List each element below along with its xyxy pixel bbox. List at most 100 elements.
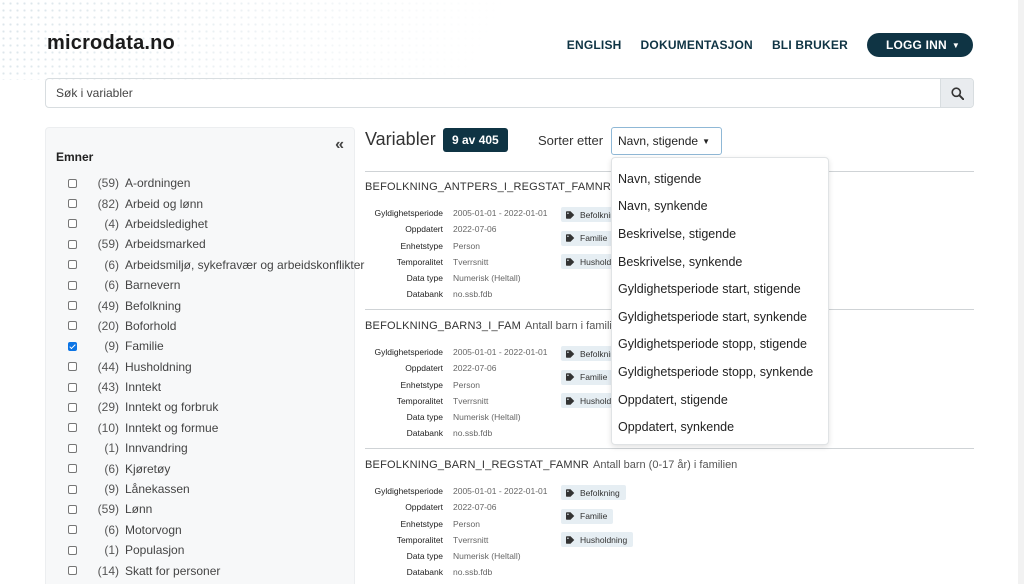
sort-option[interactable]: Beskrivelse, stigende [612, 220, 828, 248]
topic-label: Kjøretøy [125, 461, 171, 476]
topic-checkbox[interactable] [68, 280, 77, 290]
topic-checkbox[interactable] [68, 545, 77, 555]
topic-item[interactable]: (14) Skatt for personer [68, 560, 364, 580]
metadata-row: Temporalitet Tverrsnitt [365, 257, 548, 273]
metadata-key: Gyldighetsperiode [374, 486, 443, 496]
topic-checkbox[interactable] [68, 525, 77, 535]
sort-select-value: Navn, stigende [618, 134, 699, 148]
nav-english[interactable]: ENGLISH [567, 38, 622, 52]
variable-metadata: Gyldighetsperiode 2005-01-01 - 2022-01-01… [365, 347, 548, 445]
sort-option[interactable]: Beskrivelse, synkende [612, 248, 828, 276]
sort-option[interactable]: Gyldighetsperiode stopp, stigende [612, 331, 828, 359]
topic-tag[interactable]: Husholdning [561, 532, 634, 547]
topic-item[interactable]: (20) Boforhold [68, 316, 364, 336]
sort-option[interactable]: Oppdatert, synkende [612, 413, 828, 441]
topic-checkbox[interactable] [68, 321, 77, 331]
search-button[interactable] [940, 79, 973, 107]
nav-dokumentasjon[interactable]: DOKUMENTASJON [641, 38, 753, 52]
topic-item[interactable]: (82) Arbeid og lønn [68, 193, 364, 213]
topic-item[interactable]: (59) Arbeidsmarked [68, 234, 364, 254]
topic-tag[interactable]: Familie [561, 230, 614, 246]
topic-checkbox[interactable] [68, 239, 77, 249]
topic-checkbox[interactable] [68, 443, 77, 453]
sort-option[interactable]: Gyldighetsperiode stopp, synkende [612, 358, 828, 386]
metadata-value: no.ssb.fdb [453, 567, 493, 578]
topic-label: Motorvogn [125, 522, 182, 537]
topic-item[interactable]: (29) Inntekt og forbruk [68, 397, 364, 417]
nav-bli-bruker[interactable]: BLI BRUKER [772, 38, 848, 52]
tag-icon [566, 234, 575, 242]
search-icon [950, 86, 964, 100]
topic-item[interactable]: (6) Arbeidsmiljø, sykefravær og arbeidsko… [68, 255, 364, 275]
variable-description: Antall barn (0-17 år) i familien [593, 459, 738, 471]
topic-checkbox[interactable] [68, 178, 77, 188]
variable-name[interactable]: BEFOLKNING_BARN3_I_FAM [365, 320, 521, 332]
topic-checkbox[interactable] [68, 341, 77, 351]
topic-checkbox[interactable] [68, 301, 77, 311]
login-button-label: LOGG INN [885, 38, 947, 52]
topic-label: Arbeidsledighet [125, 216, 208, 231]
topic-checkbox[interactable] [68, 464, 77, 474]
topic-tag[interactable]: Befolkning [561, 485, 626, 500]
topic-tag[interactable]: Familie [561, 369, 614, 385]
topic-item[interactable]: (49) Befolkning [68, 295, 364, 315]
metadata-row: Databank no.ssb.fdb [365, 567, 548, 583]
topic-item[interactable]: (59) A-ordningen [68, 173, 364, 193]
topic-label: Lånekassen [125, 482, 190, 497]
variable-card[interactable]: BEFOLKNING_BARN_I_REGSTAT_FAMNR Antall ba… [365, 459, 974, 577]
topic-item[interactable]: (43) Inntekt [68, 377, 364, 397]
search-input[interactable] [46, 79, 940, 107]
topic-checkbox[interactable] [68, 219, 77, 229]
scrollbar[interactable] [1018, 0, 1024, 584]
topic-item[interactable]: (6) Barnevern [68, 275, 364, 295]
metadata-value: Person [453, 240, 480, 251]
topic-count: (9) [104, 339, 119, 354]
sort-option[interactable]: Gyldighetsperiode start, synkende [612, 303, 828, 331]
sort-option[interactable]: Oppdatert, stigende [612, 386, 828, 414]
topic-item[interactable]: (4) Arbeidsledighet [68, 214, 364, 234]
metadata-key: Enhetstype [400, 240, 443, 251]
metadata-value: no.ssb.fdb [453, 428, 493, 439]
collapse-sidebar-icon[interactable]: « [335, 136, 344, 154]
topic-item[interactable]: (6) Kjøretøy [68, 458, 364, 478]
topic-tag-label: Familie [580, 372, 608, 382]
topic-item[interactable]: (9) Familie [68, 336, 364, 356]
topic-checkbox[interactable] [68, 260, 77, 270]
topic-label: Innvandring [125, 441, 188, 456]
topic-item[interactable]: (1) Innvandring [68, 438, 364, 458]
topic-item[interactable]: (1) Populasjon [68, 540, 364, 560]
login-button[interactable]: LOGG INN ▼ [866, 33, 973, 57]
topic-list: (59) A-ordningen (82) Arbeid og lønn (4) Arbe… [68, 173, 364, 581]
topic-count: (9) [104, 482, 119, 497]
topic-count: (6) [104, 257, 119, 272]
sort-option[interactable]: Gyldighetsperiode start, stigende [612, 275, 828, 303]
topic-checkbox[interactable] [68, 423, 77, 433]
site-logo[interactable]: microdata.no [47, 32, 175, 55]
topic-checkbox[interactable] [68, 382, 77, 392]
topic-count: (6) [104, 522, 119, 537]
topic-item[interactable]: (6) Motorvogn [68, 520, 364, 540]
topic-item[interactable]: (59) Lønn [68, 499, 364, 519]
metadata-row: Enhetstype Person [365, 380, 548, 396]
sort-select[interactable]: Navn, stigende ▼ [611, 127, 722, 155]
variable-search [45, 78, 974, 108]
topic-tag-label: Husholdning [580, 534, 628, 545]
topic-checkbox[interactable] [68, 199, 77, 209]
topic-item[interactable]: (9) Lånekassen [68, 479, 364, 499]
metadata-value: 2022-07-06 [453, 224, 497, 235]
sort-option[interactable]: Navn, synkende [612, 193, 828, 221]
topic-item[interactable]: (44) Husholdning [68, 357, 364, 377]
topic-checkbox[interactable] [68, 504, 77, 514]
chevron-down-icon: ▼ [951, 40, 960, 50]
variable-name[interactable]: BEFOLKNING_BARN_I_REGSTAT_FAMNR [365, 459, 589, 471]
metadata-row: Gyldighetsperiode 2005-01-01 - 2022-01-01 [365, 208, 547, 224]
topic-checkbox[interactable] [68, 362, 77, 372]
topic-item[interactable]: (10) Inntekt og formue [68, 418, 364, 438]
topic-tag[interactable]: Familie [561, 508, 614, 524]
topic-checkbox[interactable] [68, 566, 77, 576]
sort-option[interactable]: Navn, stigende [612, 165, 828, 193]
variable-name[interactable]: BEFOLKNING_ANTPERS_I_REGSTAT_FAMNR [365, 181, 611, 193]
tag-icon [566, 488, 575, 497]
topic-checkbox[interactable] [68, 402, 77, 412]
topic-checkbox[interactable] [68, 484, 77, 494]
